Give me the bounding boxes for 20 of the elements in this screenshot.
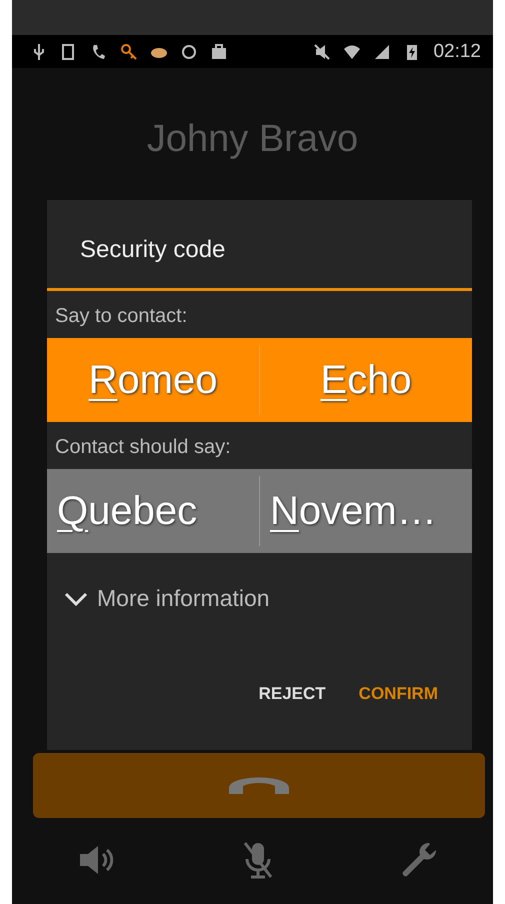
- reject-button[interactable]: REJECT: [258, 684, 326, 704]
- code-word: Quebec: [56, 488, 198, 534]
- chevron-icon: [63, 590, 89, 606]
- code-word: Novem…: [269, 488, 438, 534]
- section-label: Say to contact:: [54, 304, 188, 329]
- hang-up-icon: [229, 777, 289, 794]
- key-icon: [120, 42, 138, 60]
- wifi-icon: [343, 42, 362, 60]
- code-word: Romeo: [88, 356, 218, 404]
- phone-icon: [90, 42, 108, 60]
- contact-name: Johny Bravo: [146, 118, 360, 162]
- more-information-toggle[interactable]: More information: [63, 585, 270, 612]
- code-word: Echo: [319, 356, 413, 404]
- status-time: 02:12: [433, 40, 481, 62]
- dialog-title: Security code: [79, 235, 226, 265]
- signal-icon: [373, 42, 392, 60]
- section-label: Contact should say:: [54, 435, 232, 460]
- confirm-button[interactable]: CONFIRM: [358, 684, 438, 704]
- muted-speaker-icon: [313, 42, 332, 60]
- briefcase-icon: [210, 42, 228, 60]
